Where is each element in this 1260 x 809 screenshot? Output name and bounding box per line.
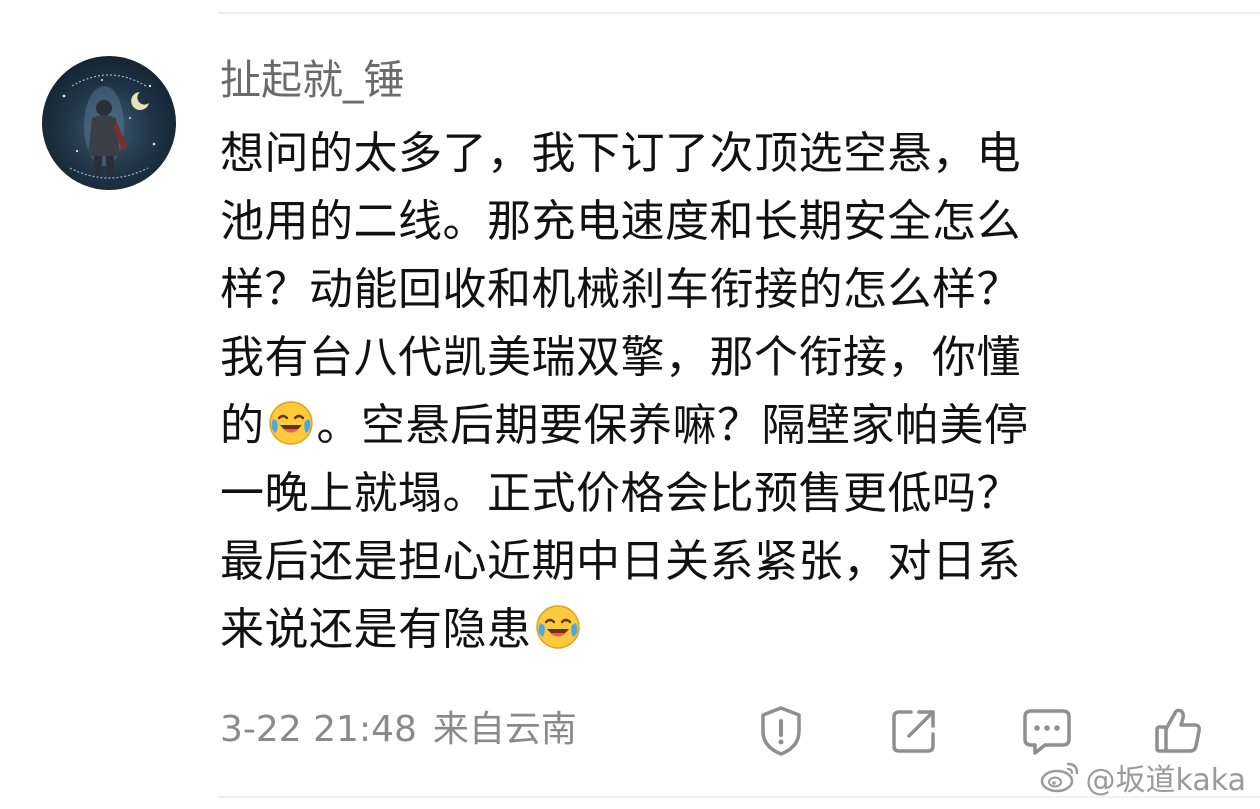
share-button[interactable] — [885, 702, 943, 760]
comment-content: 想问的太多了，我下订了次顶选空悬，电 池用的二线。那充电速度和长期安全怎么 样？… — [220, 120, 1180, 664]
watermark: @坂道kaka — [1040, 755, 1246, 799]
comment-line: 的 。空悬后期要保养嘛？隔壁家帕美停 — [220, 392, 1180, 460]
weibo-icon — [1040, 762, 1078, 793]
avatar-image — [62, 74, 156, 179]
comment-line: 最后还是担心近期中日关系紧张，对日系 — [220, 536, 1021, 587]
thumbs-up-icon — [1155, 708, 1201, 753]
username[interactable]: 扯起就_锤 — [220, 52, 405, 108]
comment-line: 样？动能回收和机械刹车衔接的怎么样？ — [220, 264, 1021, 315]
top-divider — [218, 12, 1260, 14]
report-icon — [761, 706, 801, 756]
comment-line: 一晚上就塌。正式价格会比预售更低吗？ — [220, 468, 1021, 519]
comment-text: 。空悬后期要保养嘛？隔壁家帕美停 — [316, 400, 1029, 451]
comment-text: 来说还是有隐患 — [220, 604, 532, 655]
comment-meta: 3-22 21:48 来自云南 — [220, 705, 577, 755]
avatar[interactable] — [42, 56, 176, 190]
laugh-cry-emoji-icon — [268, 401, 313, 445]
comment-text: 的 — [220, 400, 265, 451]
location: 来自云南 — [432, 709, 577, 750]
bottom-divider — [218, 796, 1260, 798]
comment-button[interactable] — [1018, 702, 1076, 760]
share-icon — [892, 710, 935, 753]
laugh-cry-emoji-icon — [535, 605, 580, 649]
watermark-text: @坂道kaka — [1085, 763, 1246, 798]
like-button[interactable] — [1150, 702, 1208, 760]
comment-line: 想问的太多了，我下订了次顶选空悬，电 — [220, 128, 1021, 179]
report-button[interactable] — [752, 702, 810, 760]
comment-line: 来说还是有隐患 — [220, 596, 1180, 664]
comment-line: 我有台八代凯美瑞双擎，那个衔接，你懂 — [220, 332, 1021, 383]
timestamp: 3-22 21:48 — [220, 709, 417, 750]
comment-line: 池用的二线。那充电速度和长期安全怎么 — [220, 196, 1021, 247]
comment-icon — [1023, 709, 1071, 755]
